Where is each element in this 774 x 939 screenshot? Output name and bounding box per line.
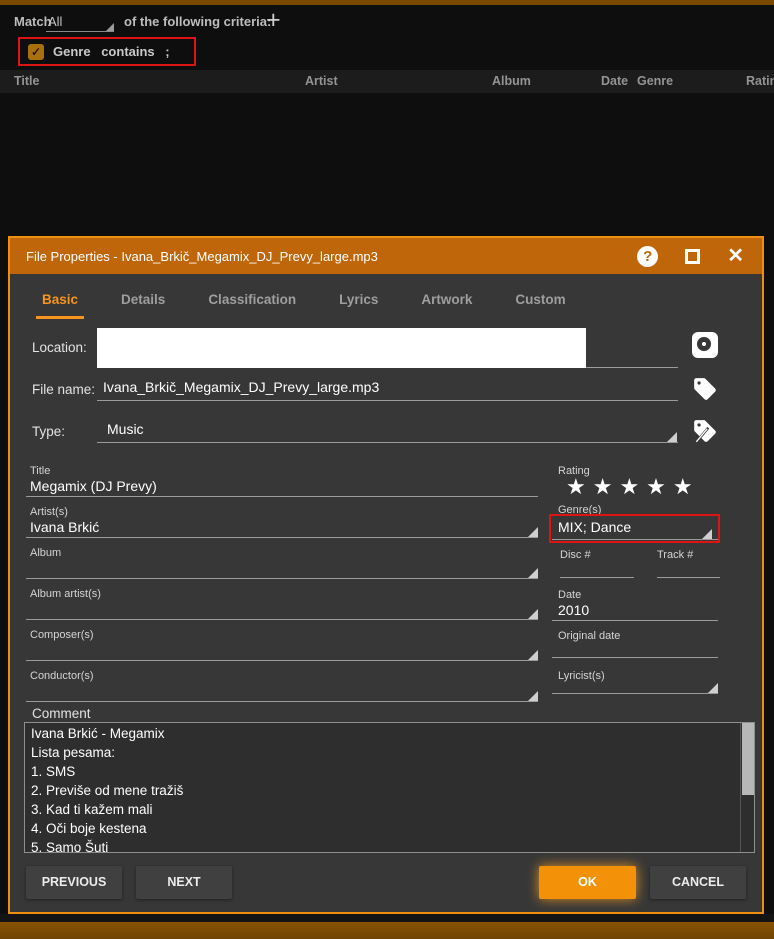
album-field-underline bbox=[26, 578, 538, 579]
filter-bar: Match All of the following criteria: + ✓… bbox=[0, 5, 774, 70]
window-buttons: ? ✕ bbox=[637, 246, 762, 267]
maximize-icon[interactable] bbox=[685, 249, 700, 264]
tab-classification[interactable]: Classification bbox=[202, 288, 302, 319]
background-gap bbox=[0, 914, 774, 922]
criterion-operator: contains bbox=[101, 44, 154, 59]
file-name-value[interactable]: Ivana_Brkič_Megamix_DJ_Prevy_large.mp3 bbox=[103, 379, 379, 395]
date-field-value[interactable]: 2010 bbox=[558, 602, 589, 618]
dropdown-arrow-icon[interactable] bbox=[528, 568, 538, 578]
lyricist-field-underline bbox=[552, 693, 718, 694]
app-window: Match All of the following criteria: + ✓… bbox=[0, 0, 774, 939]
disc-field-label: Disc # bbox=[560, 549, 591, 561]
dropdown-arrow-icon[interactable] bbox=[528, 609, 538, 619]
criterion-checkbox[interactable]: ✓ bbox=[28, 44, 44, 60]
original-date-field-underline bbox=[552, 657, 718, 658]
column-header-title[interactable]: Title bbox=[14, 74, 39, 88]
dialog-title: File Properties - Ivana_Brkič_Megamix_DJ… bbox=[10, 249, 378, 264]
tracklist-header: Title Artist Album Date Genre Rating bbox=[0, 70, 774, 93]
chevron-down-icon[interactable] bbox=[106, 23, 114, 31]
criterion-value: ; bbox=[165, 44, 169, 59]
album-field-label: Album bbox=[30, 547, 61, 559]
location-underline bbox=[586, 367, 678, 368]
tab-artwork[interactable]: Artwork bbox=[415, 288, 478, 319]
ok-button[interactable]: OK bbox=[539, 866, 636, 899]
tab-lyrics[interactable]: Lyrics bbox=[333, 288, 384, 319]
player-bar-edge bbox=[0, 922, 774, 939]
date-field-label: Date bbox=[558, 589, 581, 601]
file-properties-dialog: File Properties - Ivana_Brkič_Megamix_DJ… bbox=[8, 236, 764, 914]
criterion-row-highlight[interactable]: ✓ Genre contains ; bbox=[18, 37, 196, 66]
dropdown-arrow-icon[interactable] bbox=[708, 683, 718, 693]
column-header-genre[interactable]: Genre bbox=[637, 74, 673, 88]
track-field-label: Track # bbox=[657, 549, 693, 561]
column-header-album[interactable]: Album bbox=[492, 74, 531, 88]
comment-scrollbar[interactable] bbox=[740, 723, 754, 852]
date-field-underline bbox=[552, 620, 718, 621]
dropdown-arrow-icon[interactable] bbox=[528, 527, 538, 537]
tag-icon[interactable] bbox=[692, 376, 718, 402]
type-value[interactable]: Music bbox=[107, 421, 144, 437]
comment-text: Ivana Brkić - Megamix Lista pesama: 1. S… bbox=[31, 724, 736, 853]
disc-field-underline bbox=[560, 577, 634, 578]
title-field-underline bbox=[26, 496, 538, 497]
comment-field-label: Comment bbox=[32, 706, 91, 721]
file-name-label: File name: bbox=[32, 382, 95, 397]
album-artist-field-underline bbox=[26, 619, 538, 620]
conductor-field-underline bbox=[26, 701, 538, 702]
next-button[interactable]: NEXT bbox=[136, 866, 232, 899]
criterion-text[interactable]: Genre contains ; bbox=[53, 44, 177, 59]
cancel-button[interactable]: CANCEL bbox=[650, 866, 746, 899]
location-input[interactable] bbox=[97, 328, 586, 368]
file-name-underline bbox=[97, 400, 678, 401]
column-header-date[interactable]: Date bbox=[601, 74, 628, 88]
auto-tag-icon[interactable] bbox=[692, 418, 718, 444]
original-date-field-label: Original date bbox=[558, 630, 620, 642]
dialog-tabs: Basic Details Classification Lyrics Artw… bbox=[10, 288, 762, 319]
rating-stars[interactable]: ★★★★★ bbox=[566, 474, 700, 500]
artist-field-underline bbox=[26, 537, 538, 538]
tab-custom[interactable]: Custom bbox=[509, 288, 571, 319]
add-criterion-button[interactable]: + bbox=[266, 7, 281, 33]
comment-textarea[interactable]: Ivana Brkić - Megamix Lista pesama: 1. S… bbox=[24, 722, 755, 853]
conductor-field-label: Conductor(s) bbox=[30, 670, 94, 682]
column-header-rating[interactable]: Rating bbox=[746, 74, 774, 88]
type-label: Type: bbox=[32, 424, 65, 439]
locate-file-icon[interactable] bbox=[692, 332, 718, 358]
artist-field-value[interactable]: Ivana Brkić bbox=[30, 519, 99, 535]
dropdown-arrow-icon[interactable] bbox=[528, 650, 538, 660]
scrollbar-thumb[interactable] bbox=[742, 723, 755, 795]
composer-field-underline bbox=[26, 660, 538, 661]
type-underline bbox=[97, 442, 678, 443]
composer-field-label: Composer(s) bbox=[30, 629, 94, 641]
close-icon[interactable]: ✕ bbox=[727, 246, 744, 266]
lyricist-field-label: Lyricist(s) bbox=[558, 670, 605, 682]
title-field-label: Title bbox=[30, 465, 50, 477]
location-label: Location: bbox=[32, 340, 87, 355]
dialog-titlebar[interactable]: File Properties - Ivana_Brkič_Megamix_DJ… bbox=[10, 238, 762, 274]
previous-button[interactable]: PREVIOUS bbox=[26, 866, 122, 899]
track-field-underline bbox=[657, 577, 720, 578]
genre-field-value[interactable]: MIX; Dance bbox=[558, 519, 631, 535]
tab-details[interactable]: Details bbox=[115, 288, 171, 319]
genre-field-underline bbox=[552, 539, 718, 540]
criteria-suffix-label: of the following criteria: bbox=[124, 14, 271, 29]
match-dropdown-value: All bbox=[48, 14, 62, 29]
match-dropdown[interactable]: All bbox=[46, 12, 114, 32]
help-icon[interactable]: ? bbox=[637, 246, 658, 267]
criterion-field: Genre bbox=[53, 44, 91, 59]
artist-field-label: Artist(s) bbox=[30, 506, 68, 518]
genre-field-label: Genre(s) bbox=[558, 504, 601, 516]
column-header-artist[interactable]: Artist bbox=[305, 74, 338, 88]
dropdown-arrow-icon[interactable] bbox=[528, 691, 538, 701]
album-artist-field-label: Album artist(s) bbox=[30, 588, 101, 600]
dropdown-arrow-icon[interactable] bbox=[667, 432, 677, 442]
tab-basic[interactable]: Basic bbox=[36, 288, 84, 319]
title-field-value[interactable]: Megamix (DJ Prevy) bbox=[30, 478, 157, 494]
dropdown-arrow-icon[interactable] bbox=[702, 529, 712, 539]
